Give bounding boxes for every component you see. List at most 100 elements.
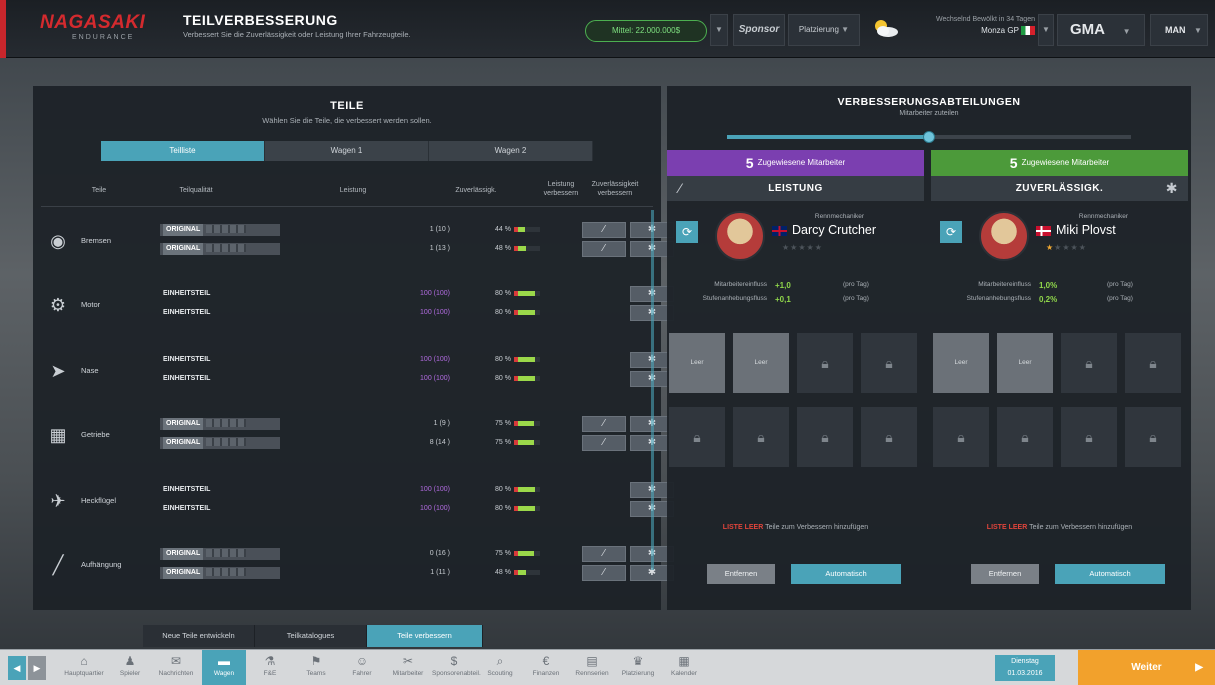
locked-slot: 🔒︎ xyxy=(1061,333,1117,393)
part-quality: EINHEITSTEIL xyxy=(163,356,211,363)
locked-slot: 🔒︎ xyxy=(797,407,853,467)
nav-item[interactable]: $ Sponsorenabteil. xyxy=(432,650,481,685)
stat-value: +1,0 xyxy=(775,281,791,290)
tab-part-list[interactable]: Teilliste xyxy=(101,141,265,161)
empty-slot[interactable]: Leer xyxy=(669,333,725,393)
funds-dropdown-button[interactable]: ▼ xyxy=(710,14,728,46)
part-group: ◉BremsenORIGINAL1 (10 )44 %⁄✱ORIGINAL1 (… xyxy=(33,212,674,272)
nav-item[interactable]: ▬ Wagen xyxy=(202,650,246,685)
lock-icon: 🔒︎ xyxy=(1021,429,1029,445)
improvement-slots: Leer Leer 🔒︎ 🔒︎ 🔒︎ 🔒︎ 🔒︎ 🔒︎ xyxy=(667,329,924,509)
gearbox-icon: ▦ xyxy=(49,425,67,445)
reliability-bar xyxy=(514,569,540,575)
empty-slot[interactable]: Leer xyxy=(997,333,1053,393)
nav-item[interactable]: € Finanzen xyxy=(524,650,568,685)
improve-performance-button[interactable]: ⁄ xyxy=(582,416,626,432)
part-row[interactable]: EINHEITSTEIL100 (100)80 %✱ xyxy=(160,371,674,388)
stat-row: Mitarbeitereinfluss +1,0 (pro Tag) xyxy=(667,281,924,293)
nav-item-label: Wagen xyxy=(213,670,235,677)
improve-performance-button[interactable]: ⁄ xyxy=(582,241,626,257)
remove-button[interactable]: Entfernen xyxy=(707,564,775,584)
mechanic-avatar[interactable] xyxy=(715,211,765,261)
staff-allocation-slider[interactable] xyxy=(727,131,1131,143)
empty-slot[interactable]: Leer xyxy=(933,333,989,393)
nav-item[interactable]: ♛ Platzierung xyxy=(616,650,660,685)
subtab-improve-parts[interactable]: Teile verbessern xyxy=(367,625,483,647)
profile-label: MAN xyxy=(1165,25,1186,35)
part-row[interactable]: EINHEITSTEIL100 (100)80 %✱ xyxy=(160,305,674,322)
nav-item[interactable]: ✉ Nachrichten xyxy=(154,650,198,685)
staff-icon: ✂ xyxy=(402,654,414,668)
swap-mechanic-button[interactable]: ⟳ xyxy=(940,221,962,243)
part-performance: 100 (100) xyxy=(420,290,450,297)
improve-performance-button[interactable]: ⁄ xyxy=(582,435,626,451)
empty-slot[interactable]: Leer xyxy=(733,333,789,393)
nav-item[interactable]: ☺ Fahrer xyxy=(340,650,384,685)
profile-menu[interactable]: MAN ▼ xyxy=(1150,14,1208,46)
mechanic-name[interactable]: Darcy Crutcher xyxy=(772,223,912,237)
parts-scrollbar[interactable] xyxy=(651,210,654,570)
gma-menu[interactable]: GMA ▼ xyxy=(1057,14,1145,46)
mechanic-avatar[interactable] xyxy=(979,211,1029,261)
lock-icon: 🔒︎ xyxy=(885,429,893,445)
nav-item-label: Nachrichten xyxy=(158,670,194,677)
improve-performance-button[interactable]: ⁄ xyxy=(582,565,626,581)
mechanic-name[interactable]: Miki Plovst xyxy=(1036,223,1176,237)
slider-handle[interactable] xyxy=(923,131,935,143)
improve-performance-button[interactable]: ⁄ xyxy=(582,222,626,238)
improve-performance-button[interactable]: ⁄ xyxy=(582,546,626,562)
nav-item[interactable]: ✂ Mitarbeiter xyxy=(386,650,430,685)
part-row[interactable]: EINHEITSTEIL100 (100)80 %✱ xyxy=(160,482,674,499)
remove-button[interactable]: Entfernen xyxy=(971,564,1039,584)
refresh-icon: ⟳ xyxy=(681,225,693,239)
part-reliability: 48 % xyxy=(460,567,540,579)
nav-item[interactable]: ⌂ Hauptquartier xyxy=(62,650,106,685)
nav-item[interactable]: ⚗ F&E xyxy=(248,650,292,685)
part-row[interactable]: EINHEITSTEIL100 (100)80 %✱ xyxy=(160,352,674,369)
date-box[interactable]: Dienstag 01.03.2016 xyxy=(995,655,1055,681)
weather-dropdown-button[interactable]: ▼ xyxy=(1038,14,1054,46)
parts-panel: TEILE Wählen Sie die Teile, die verbesse… xyxy=(33,86,674,610)
wrench-icon: ⁄ xyxy=(603,418,605,429)
subtab-parts-catalogue[interactable]: Teilkatalogues xyxy=(255,625,367,647)
part-row[interactable]: ORIGINAL8 (14 )75 %⁄✱ xyxy=(160,435,674,452)
part-name: Getriebe xyxy=(81,430,110,439)
part-row[interactable]: ORIGINAL1 (10 )44 %⁄✱ xyxy=(160,222,674,239)
standings-dropdown[interactable]: Platzierung ▼ xyxy=(788,14,860,46)
sponsor-logo-button[interactable]: Sponsor xyxy=(733,14,785,46)
reliability-value: 80 % xyxy=(495,505,511,512)
part-row[interactable]: ORIGINAL 1 (11 ) 48 % ⁄ ✱ xyxy=(160,565,674,582)
team-logo-sub: ENDURANCE xyxy=(72,34,135,41)
nav-item[interactable]: ▤ Rennserien xyxy=(570,650,614,685)
subtab-develop-parts[interactable]: Neue Teile entwickeln xyxy=(143,625,255,647)
part-row[interactable]: EINHEITSTEIL100 (100)80 %✱ xyxy=(160,501,674,518)
funds-badge[interactable]: Mittel: 22.000.000$ xyxy=(585,20,707,42)
auto-assign-button[interactable]: Automatisch xyxy=(1055,564,1165,584)
continue-button[interactable]: Weiter ▶ xyxy=(1078,650,1215,685)
reliability-bar xyxy=(514,290,540,296)
nav-item[interactable]: ♟ Spieler xyxy=(108,650,152,685)
swap-mechanic-button[interactable]: ⟳ xyxy=(676,221,698,243)
part-row[interactable]: EINHEITSTEIL100 (100)80 %✱ xyxy=(160,286,674,303)
tab-car-1[interactable]: Wagen 1 xyxy=(265,141,429,161)
auto-assign-button[interactable]: Automatisch xyxy=(791,564,901,584)
part-reliability: 80 % xyxy=(460,307,540,319)
weather-info[interactable]: Wechselnd Bewölkt in 34 Tagen Monza GP xyxy=(905,14,1035,36)
tab-car-2[interactable]: Wagen 2 xyxy=(429,141,593,161)
nav-item[interactable]: ⚑ Teams xyxy=(294,650,338,685)
reliability-value: 44 % xyxy=(495,226,511,233)
nav-item[interactable]: ⌕ Scouting xyxy=(478,650,522,685)
forward-arrow-button[interactable]: ▶ xyxy=(28,656,46,680)
part-row[interactable]: ORIGINAL1 (13 )48 %⁄✱ xyxy=(160,241,674,258)
lock-icon: 🔒︎ xyxy=(1085,355,1093,371)
wrench-icon: ⁄ xyxy=(603,224,605,235)
back-arrow-button[interactable]: ◀ xyxy=(8,656,26,680)
quality-label: ORIGINAL xyxy=(163,224,204,236)
calendar-icon: ▦ xyxy=(678,654,690,668)
nav-item[interactable]: ▦ Kalender xyxy=(662,650,706,685)
part-row[interactable]: ORIGINAL0 (16 )75 %⁄✱ xyxy=(160,546,674,563)
arrow-left-icon: ◀ xyxy=(13,663,21,673)
denmark-flag-icon xyxy=(1036,225,1051,236)
part-row[interactable]: ORIGINAL1 (9 )75 %⁄✱ xyxy=(160,416,674,433)
nav-item-label: Kalender xyxy=(670,670,698,677)
